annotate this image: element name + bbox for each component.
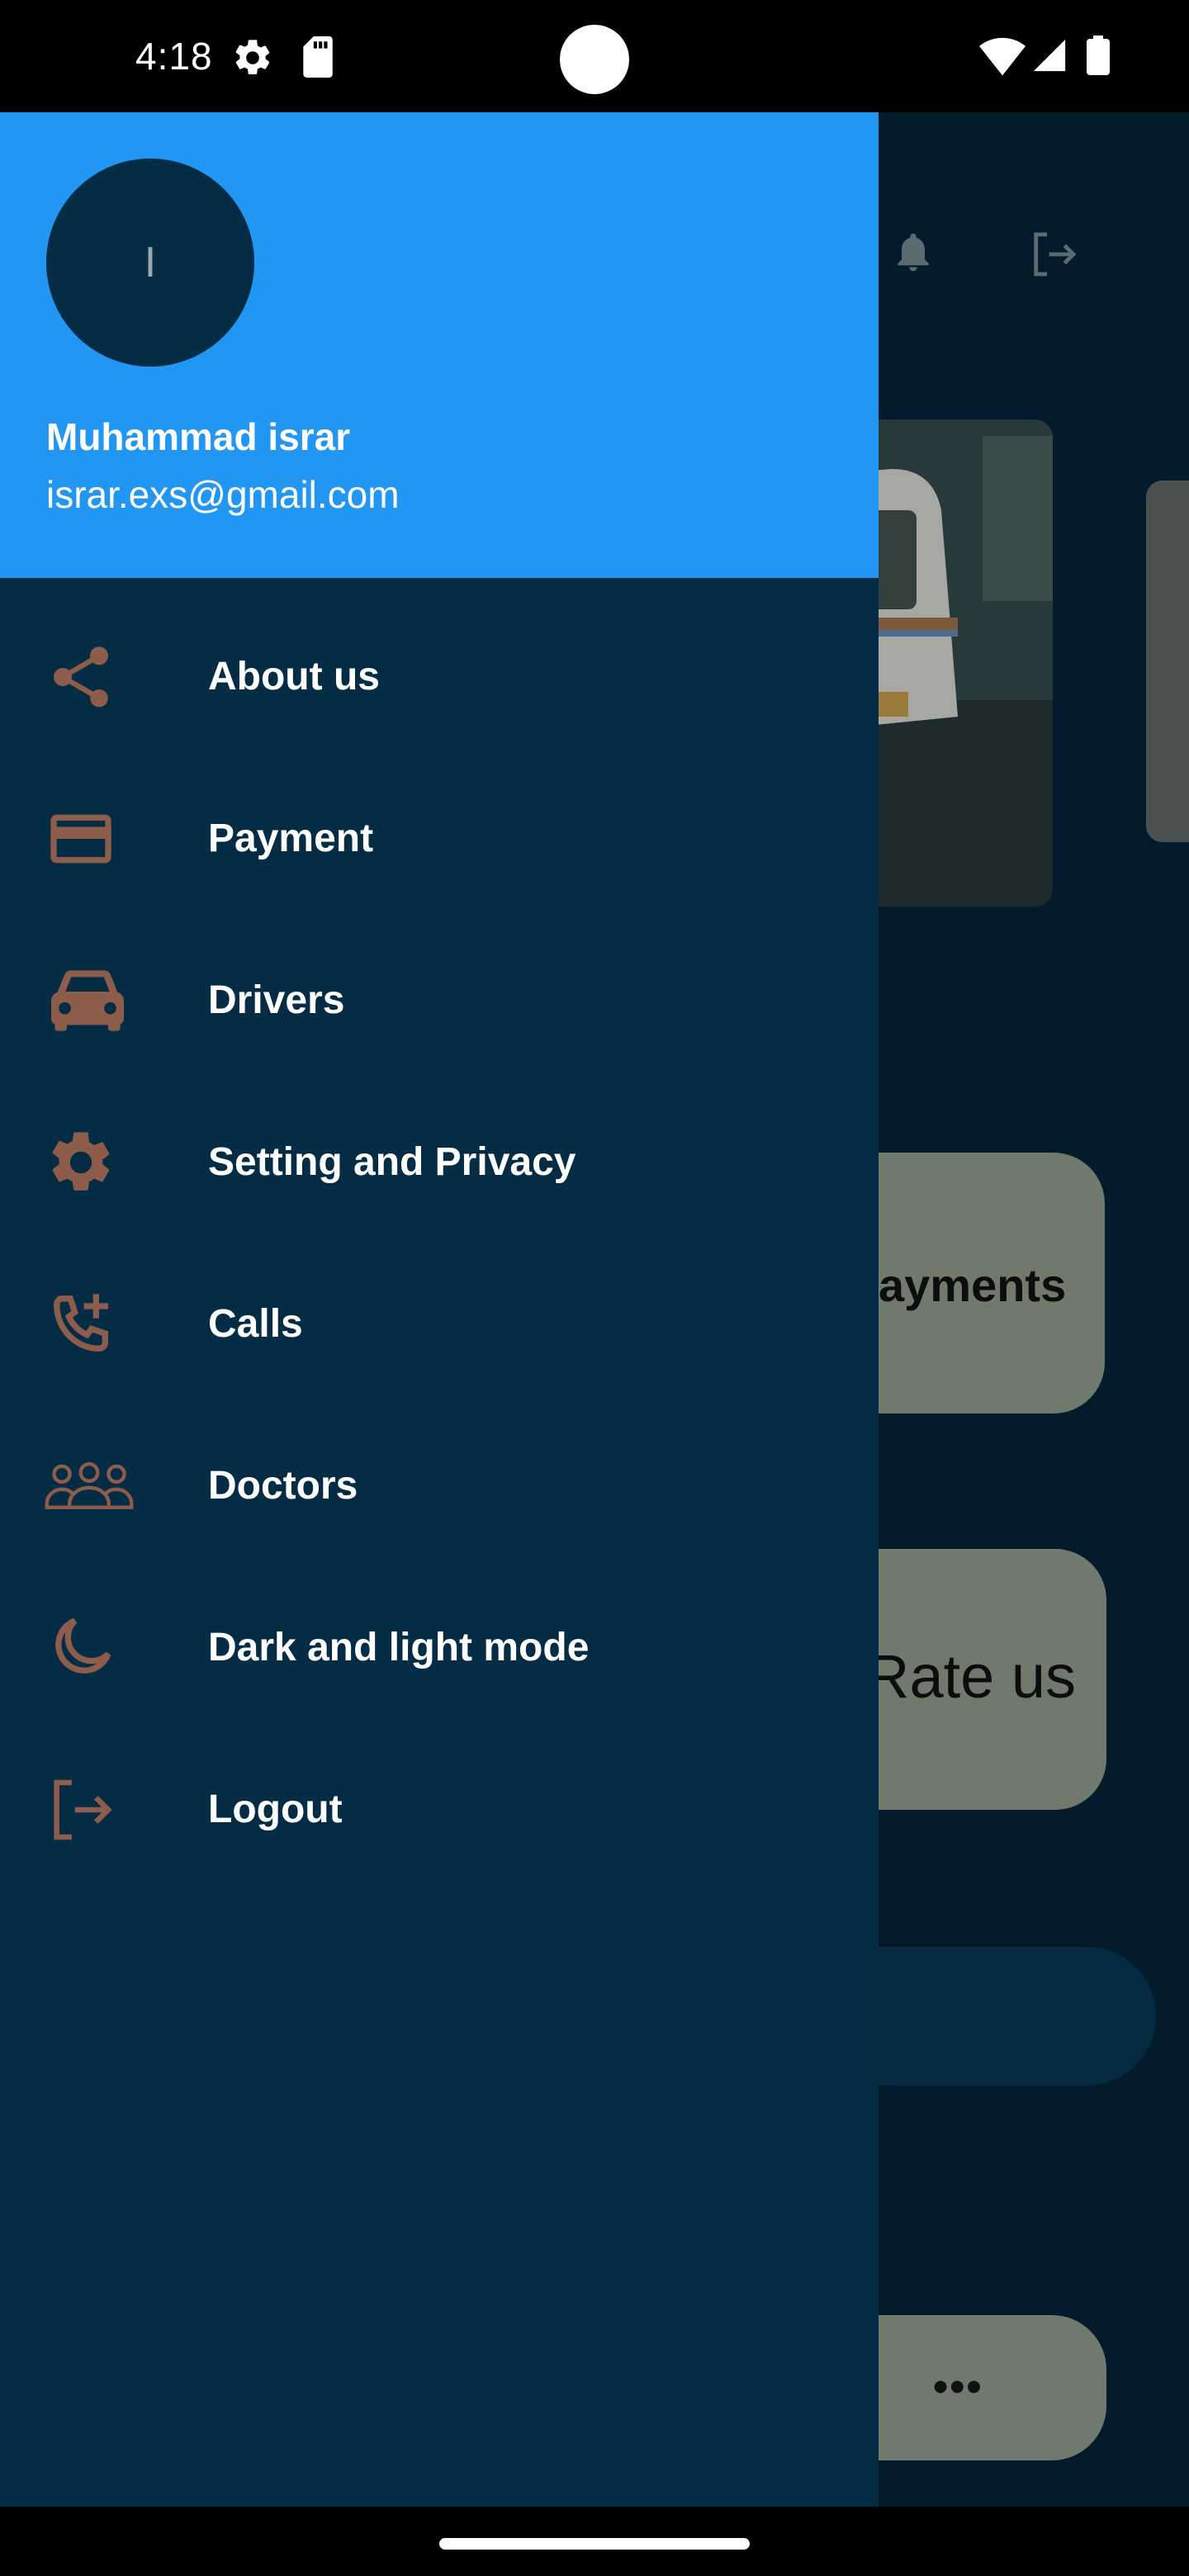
side-card — [1146, 481, 1189, 842]
menu-item-settings[interactable]: Setting and Privacy — [0, 1082, 879, 1243]
menu-item-payment[interactable]: Payment — [0, 758, 879, 920]
screen: 4:18 ayments Rate us ••• I Muhammad isra… — [0, 0, 1189, 2576]
menu-label-settings: Setting and Privacy — [208, 1140, 576, 1184]
avatar[interactable]: I — [46, 159, 254, 367]
user-name: Muhammad israr — [46, 415, 351, 458]
settings-gear-icon — [231, 36, 274, 83]
menu-item-dark-light-mode[interactable]: Dark and light mode — [0, 1567, 879, 1729]
credit-card-icon — [45, 803, 117, 875]
menu-item-drivers[interactable]: Drivers — [0, 920, 879, 1082]
add-call-icon — [45, 1288, 117, 1361]
system-navigation-bar — [0, 2507, 1189, 2576]
navigation-drawer: I Muhammad israr israr.exs@gmail.com Abo… — [0, 112, 879, 2507]
user-email: israr.exs@gmail.com — [46, 473, 400, 516]
menu-item-doctors[interactable]: Doctors — [0, 1405, 879, 1567]
menu-label-drivers: Drivers — [208, 978, 345, 1022]
menu-label-calls: Calls — [208, 1302, 303, 1346]
menu-label-payment: Payment — [208, 817, 374, 860]
menu-label-about-us: About us — [208, 655, 380, 698]
gear-icon — [45, 1126, 117, 1199]
rate-us-card-label: Rate us — [865, 1642, 1077, 1711]
status-bar: 4:18 — [0, 0, 1189, 112]
sd-card-icon — [299, 36, 335, 82]
moon-icon — [45, 1612, 117, 1684]
more-label: ••• — [933, 2363, 983, 2411]
drawer-header: I Muhammad israr israr.exs@gmail.com — [0, 112, 879, 578]
car-icon — [41, 964, 134, 1037]
group-icon — [43, 1450, 135, 1522]
menu-item-logout[interactable]: Logout — [0, 1729, 879, 1891]
logout-icon — [1027, 228, 1080, 285]
camera-cutout — [560, 25, 629, 94]
wifi-icon — [979, 36, 1026, 80]
menu-item-about-us[interactable]: About us — [0, 596, 879, 758]
battery-icon — [1087, 35, 1110, 80]
share-icon — [45, 641, 117, 713]
bell-icon — [890, 226, 936, 282]
drawer-menu: About us Payment Drivers Setting and Pri… — [0, 596, 879, 1891]
payments-card-label: ayments — [879, 1259, 1067, 1311]
menu-label-logout: Logout — [208, 1788, 343, 1831]
menu-label-doctors: Doctors — [208, 1464, 358, 1508]
cellular-signal-icon — [1030, 36, 1068, 78]
status-time: 4:18 — [135, 35, 213, 78]
menu-item-calls[interactable]: Calls — [0, 1243, 879, 1405]
menu-label-dark-light-mode: Dark and light mode — [208, 1626, 590, 1669]
home-indicator[interactable] — [439, 2538, 750, 2550]
logout-icon — [45, 1773, 117, 1846]
